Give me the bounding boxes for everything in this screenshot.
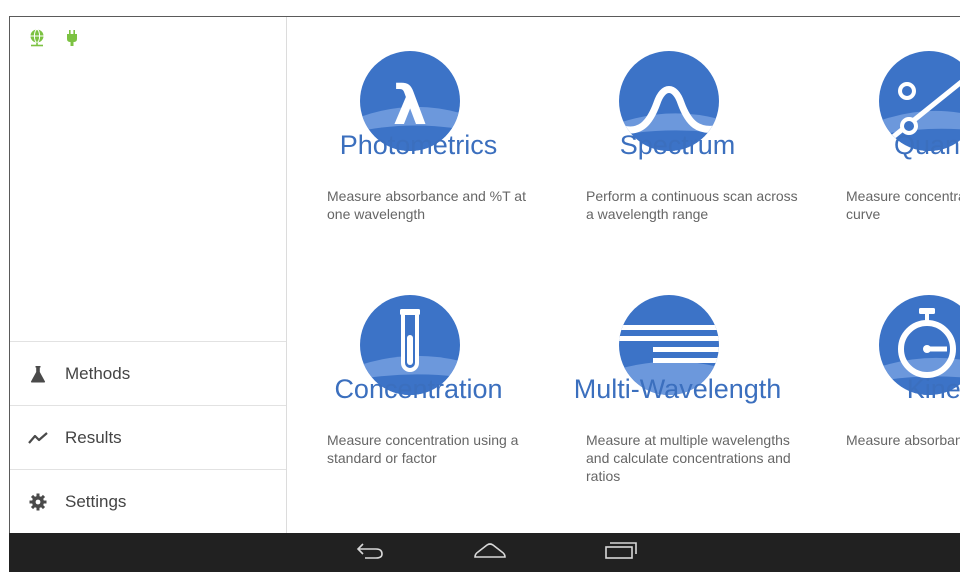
power-plug-icon — [66, 29, 78, 47]
tile-title: Kinet — [906, 374, 960, 404]
tile-description: Measure concentra standard curve — [846, 188, 960, 222]
sidebar-item-label: Results — [65, 427, 122, 447]
svg-text:λ: λ — [393, 74, 427, 137]
home-icon — [473, 541, 507, 564]
tile-title: Concentration — [334, 374, 503, 404]
back-button[interactable] — [340, 533, 400, 572]
recent-apps-icon — [603, 540, 637, 565]
tile-description: Measure absorbance and %T at one wavelen… — [327, 188, 526, 222]
tile-title: Spectrum — [619, 130, 736, 160]
status-bar — [28, 29, 78, 47]
sidebar-item-label: Methods — [65, 363, 131, 383]
sidebar-item-settings[interactable]: Settings — [10, 469, 286, 533]
sidebar-item-methods[interactable]: Methods — [10, 341, 286, 405]
android-navigation-bar — [9, 533, 960, 572]
sidebar-nav: Methods Results Settings — [10, 341, 286, 533]
sidebar-item-label: Settings — [65, 491, 127, 511]
recent-apps-button[interactable] — [590, 533, 650, 572]
tile-title: Photometrics — [339, 130, 498, 160]
tile-description: Measure at multiple wavelengths and calc… — [586, 432, 791, 484]
network-globe-icon — [28, 29, 46, 47]
tile-description: Measure absorban time — [846, 432, 960, 448]
sidebar-item-results[interactable]: Results — [10, 405, 286, 469]
tile-title: Quantit — [893, 130, 960, 160]
flask-icon — [28, 364, 48, 384]
tile-description: Perform a continuous scan across a wavel… — [586, 188, 798, 222]
app-window: Methods Results Settings λ Photometrics … — [9, 16, 960, 533]
home-button[interactable] — [460, 533, 520, 572]
chart-line-icon — [28, 428, 48, 448]
back-icon — [355, 540, 385, 565]
tile-description: Measure concentration using a standard o… — [327, 432, 519, 466]
sidebar: Methods Results Settings — [10, 17, 287, 533]
gear-icon — [28, 492, 48, 512]
method-grid: λ Photometrics Measure absorbance and %T… — [287, 17, 960, 533]
tile-title: Multi-Wavelength — [573, 374, 782, 404]
